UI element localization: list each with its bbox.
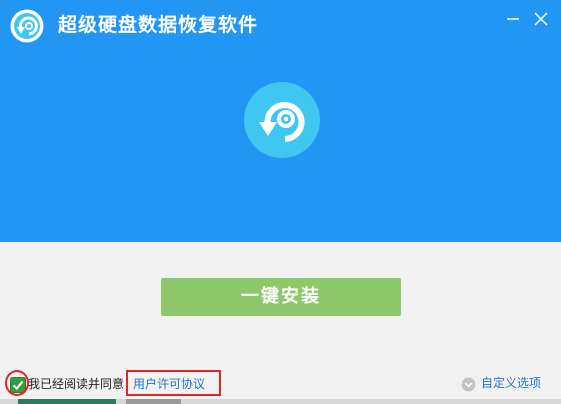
background-strip-segment — [18, 399, 116, 404]
highlight-circle — [5, 370, 29, 396]
one-click-install-button[interactable]: 一键安装 — [161, 278, 401, 316]
window-title: 超级硬盘数据恢复软件 — [58, 14, 259, 36]
minimize-button[interactable] — [502, 8, 524, 30]
custom-options-link[interactable]: 自定义选项 — [481, 376, 541, 391]
background-taskbar-strip — [0, 399, 561, 404]
close-button[interactable] — [530, 8, 552, 30]
installer-window: 超级硬盘数据恢复软件 一键安装 我已经阅读并同意 用户许可协议 自定义选项 — [0, 0, 561, 404]
highlight-box — [126, 370, 221, 396]
product-logo-icon — [244, 82, 320, 158]
chevron-down-circle-icon[interactable] — [461, 377, 476, 392]
agree-label: 我已经阅读并同意 — [28, 377, 125, 391]
header-banner: 超级硬盘数据恢复软件 — [0, 0, 561, 242]
background-strip-segment — [126, 399, 181, 404]
app-logo-icon — [10, 9, 44, 43]
